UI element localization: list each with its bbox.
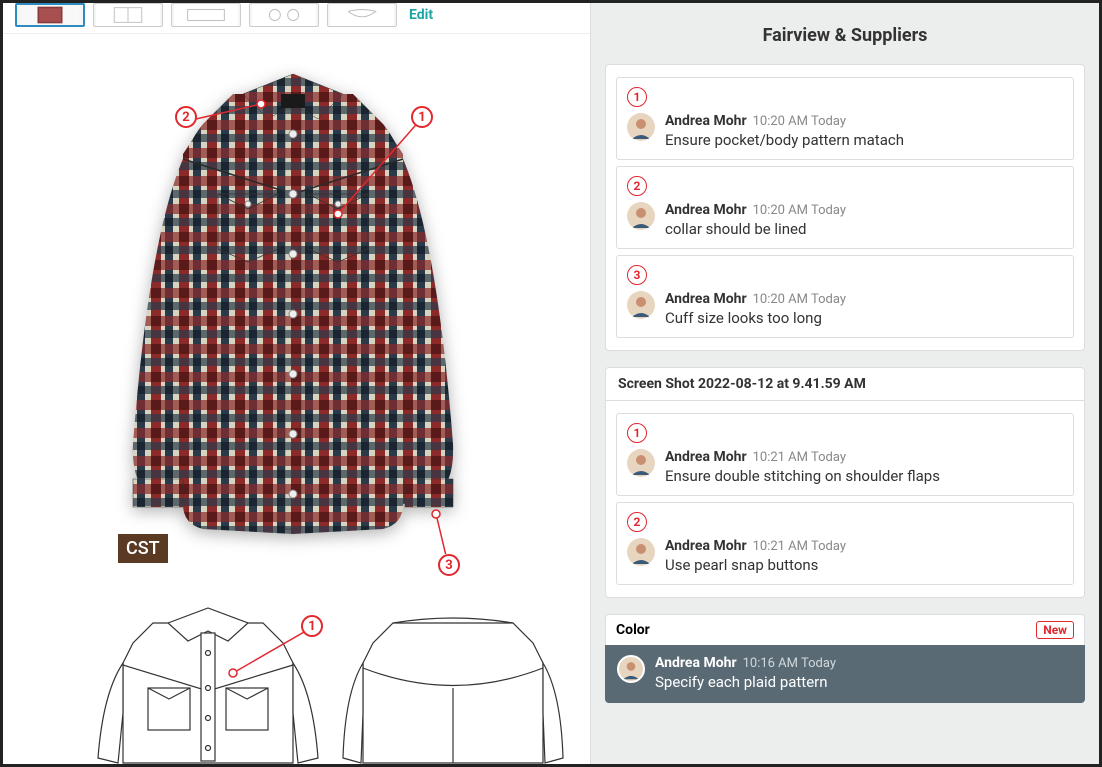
comment-card[interactable]: 2 Andrea Mohr 10:21 AM Today Use pearl sn… [616,502,1074,585]
thumbnail-row: Edit [3,3,590,34]
comment-number-badge: 1 [627,87,647,107]
comment-number-badge: 1 [627,423,647,443]
comment-author: Andrea Mohr [665,113,747,129]
comment-number-badge: 3 [627,265,647,285]
thumbnail-4[interactable] [249,3,319,27]
tech-drawing-area: 1 [93,593,573,764]
comment-message: Ensure double stitching on shoulder flap… [665,467,1063,485]
color-comment-card[interactable]: Andrea Mohr 10:16 AM Today Specify each p… [605,645,1085,703]
comment-timestamp: 10:20 AM Today [753,114,846,129]
comment-group-2: 1 Andrea Mohr 10:21 AM Today Ensure doubl… [605,401,1085,598]
comments-panel: Fairview & Suppliers 1 Andrea Mohr 10:20 … [591,3,1099,764]
comment-card[interactable]: 1 Andrea Mohr 10:21 AM Today Ensure doubl… [616,413,1074,496]
annotation-marker-2[interactable]: 2 [175,106,197,128]
section-header-label: Screen Shot 2022-08-12 at 9.41.59 AM [618,376,866,392]
comment-author: Andrea Mohr [665,538,747,554]
comment-author: Andrea Mohr [665,449,747,465]
comment-author: Andrea Mohr [665,202,747,218]
thumbnail-2[interactable] [93,3,163,27]
tech-annotation-marker-1[interactable]: 1 [301,615,323,637]
comment-number-badge: 2 [627,176,647,196]
panel-title: Fairview & Suppliers [591,3,1099,64]
comment-card[interactable]: 3 Andrea Mohr 10:20 AM Today Cuff size lo… [616,255,1074,338]
comment-number-badge: 2 [627,512,647,532]
annotation-marker-3[interactable]: 3 [438,554,460,576]
comment-message: Use pearl snap buttons [665,556,1063,574]
thumbnail-1[interactable] [15,3,85,27]
comment-message: collar should be lined [665,220,1063,238]
comment-message: Ensure pocket/body pattern matach [665,131,1063,149]
comment-timestamp: 10:16 AM Today [743,656,836,671]
thumbnail-5[interactable] [327,3,397,27]
avatar [627,113,655,141]
avatar [627,291,655,319]
section-header-label: Color [616,622,650,638]
comment-timestamp: 10:20 AM Today [753,292,846,307]
comment-card[interactable]: 2 Andrea Mohr 10:20 AM Today collar shoul… [616,166,1074,249]
color-section: Color New Andrea Mohr 10:16 AM Today Spec… [605,614,1085,703]
comment-timestamp: 10:20 AM Today [753,203,846,218]
edit-link[interactable]: Edit [409,7,433,23]
comment-group-1: 1 Andrea Mohr 10:20 AM Today Ensure pocke… [605,64,1085,351]
cst-tag: CST [118,534,168,563]
avatar [627,202,655,230]
comment-timestamp: 10:21 AM Today [753,539,846,554]
left-panel: Edit [3,3,591,764]
comment-message: Cuff size looks too long [665,309,1063,327]
thumbnail-3[interactable] [171,3,241,27]
annotation-marker-1[interactable]: 1 [411,106,433,128]
main-image-area: 1 2 3 CST [3,34,590,554]
product-image[interactable] [123,64,463,544]
section-header-screenshot[interactable]: Screen Shot 2022-08-12 at 9.41.59 AM [605,367,1085,401]
comment-timestamp: 10:21 AM Today [753,450,846,465]
new-badge: New [1036,621,1074,639]
section-header-color[interactable]: Color New [605,614,1085,645]
comment-author: Andrea Mohr [655,655,737,671]
comment-message: Specify each plaid pattern [655,673,1073,691]
avatar [617,655,645,683]
avatar [627,449,655,477]
avatar [627,538,655,566]
comment-author: Andrea Mohr [665,291,747,307]
comment-card[interactable]: 1 Andrea Mohr 10:20 AM Today Ensure pocke… [616,77,1074,160]
